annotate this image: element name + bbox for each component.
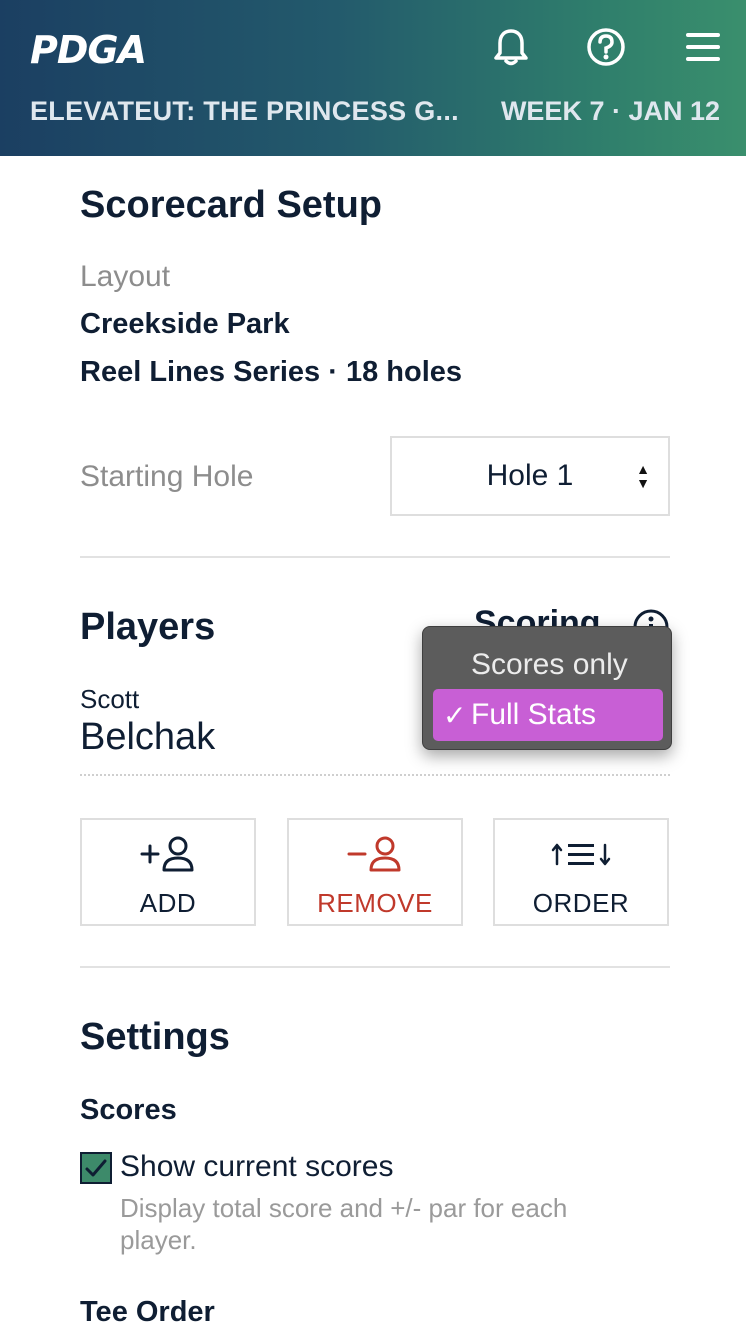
remove-player-button[interactable]: REMOVE [287, 818, 463, 926]
select-arrows-icon: ▲ ▼ [636, 461, 650, 491]
show-scores-label[interactable]: Show current scores [120, 1150, 393, 1184]
event-week: WEEK 7 · JAN 12 [500, 96, 720, 126]
app-header: PDGA ELEVATEUT: THE PRINCESS G... WEEK 7… [0, 0, 746, 156]
scores-heading: Scores [80, 1094, 177, 1126]
reorder-icon [551, 834, 611, 874]
player-row-divider [80, 774, 670, 776]
scoring-dropdown-menu: Scores only ✓ Full Stats [422, 626, 672, 750]
starting-hole-value: Hole 1 [486, 459, 574, 492]
show-scores-description: Display total score and +/- par for each… [120, 1193, 568, 1255]
order-label: ORDER [532, 888, 630, 918]
add-user-icon [140, 834, 196, 874]
layout-label: Layout [80, 260, 171, 293]
help-icon[interactable] [585, 26, 627, 68]
dropdown-option-full-stats[interactable]: ✓ Full Stats [433, 689, 663, 741]
divider [80, 556, 670, 558]
show-scores-checkbox[interactable] [80, 1152, 112, 1184]
players-title: Players [80, 606, 216, 648]
page-title: Scorecard Setup [80, 184, 382, 226]
bell-icon[interactable] [490, 26, 532, 68]
menu-icon[interactable] [682, 26, 724, 68]
starting-hole-label: Starting Hole [80, 460, 254, 493]
checkmark-icon [85, 1159, 107, 1177]
layout-name: Reel Lines Series · 18 holes [80, 356, 463, 388]
event-title[interactable]: ELEVATEUT: THE PRINCESS G... [30, 96, 459, 127]
remove-user-icon [347, 834, 403, 874]
order-players-button[interactable]: ORDER [493, 818, 669, 926]
option-label: Full Stats [471, 698, 597, 731]
player-last-name[interactable]: Belchak [80, 716, 215, 759]
remove-label: REMOVE [317, 888, 433, 918]
add-label: ADD [139, 888, 197, 918]
tee-order-heading: Tee Order [80, 1296, 215, 1328]
course-name: Creekside Park [80, 308, 290, 340]
dropdown-option-scores-only[interactable]: Scores only [433, 639, 663, 691]
player-first-name: Scott [80, 684, 140, 714]
divider [80, 966, 670, 968]
settings-title: Settings [80, 1016, 230, 1058]
option-label: Scores only [471, 648, 628, 681]
pdga-logo[interactable]: PDGA [30, 28, 147, 72]
check-icon: ✓ [443, 699, 467, 731]
starting-hole-select[interactable]: Hole 1 ▲ ▼ [390, 436, 670, 516]
add-player-button[interactable]: ADD [80, 818, 256, 926]
